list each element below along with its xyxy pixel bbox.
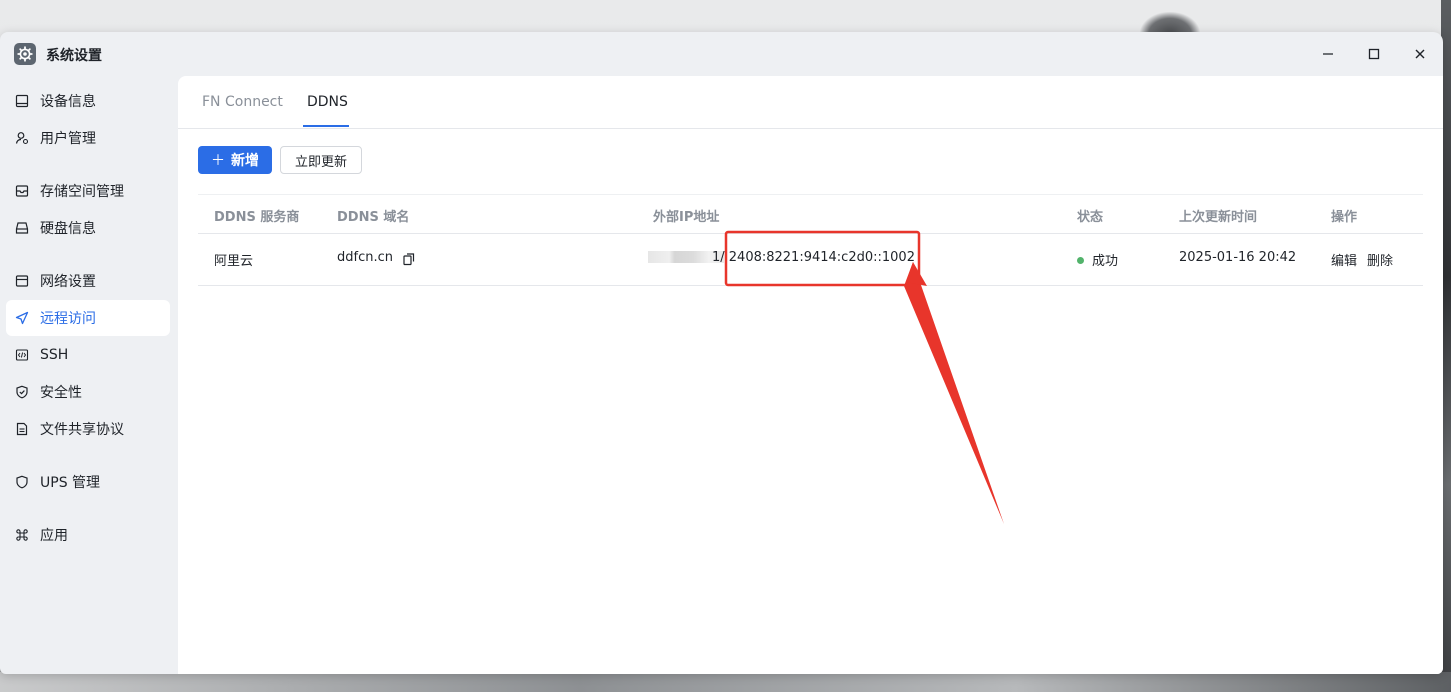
table-row: 阿里云 ddfcn.cn 1/ 2408:8221:9414:c2d0::100… — [198, 233, 1423, 286]
gear-icon — [14, 43, 36, 65]
maximize-button[interactable] — [1359, 40, 1389, 68]
sidebar-item-label: 网络设置 — [40, 274, 96, 290]
column-header-provider: DDNS 服务商 — [214, 210, 300, 225]
column-header-last-updated: 上次更新时间 — [1179, 210, 1258, 225]
sidebar: 设备信息 用户管理 存储空间管理 硬盘信息 网络设置 远程访问 SSH 安全性 … — [0, 76, 178, 674]
sidebar-item-label: 远程访问 — [40, 311, 96, 327]
table-header: DDNS 服务商 DDNS 域名 外部IP地址 状态 上次更新时间 操作 — [198, 194, 1423, 234]
sidebar-item-device-info[interactable]: 设备信息 — [6, 83, 170, 119]
network-icon — [14, 273, 30, 289]
sidebar-item-label: 设备信息 — [40, 94, 96, 110]
sidebar-item-label: 应用 — [40, 528, 68, 544]
send-icon — [14, 310, 30, 326]
sidebar-item-user-management[interactable]: 用户管理 — [6, 120, 170, 156]
maximize-icon — [1368, 48, 1380, 60]
code-icon — [14, 347, 30, 363]
sidebar-item-remote-access[interactable]: 远程访问 — [6, 300, 170, 336]
column-header-domain: DDNS 域名 — [337, 210, 410, 225]
sidebar-item-label: 硬盘信息 — [40, 221, 96, 237]
sidebar-item-label: UPS 管理 — [40, 475, 101, 491]
copy-icon[interactable] — [402, 251, 416, 266]
cell-external-ip: 1/ 2408:8221:9414:c2d0::1002 — [712, 250, 915, 265]
cell-domain: ddfcn.cn — [337, 250, 393, 265]
main-content: FN Connect DDNS ＋ 新增 立即更新 DDNS 服务商 DDNS … — [178, 76, 1443, 674]
sidebar-item-ups[interactable]: UPS 管理 — [6, 464, 170, 500]
update-now-button[interactable]: 立即更新 — [280, 146, 362, 174]
tab-fn-connect[interactable]: FN Connect — [202, 94, 283, 110]
sidebar-item-file-sharing[interactable]: 文件共享协议 — [6, 411, 170, 447]
sidebar-item-label: 文件共享协议 — [40, 422, 124, 438]
user-icon — [14, 130, 30, 146]
window-title: 系统设置 — [46, 48, 102, 64]
shield-icon — [14, 474, 30, 490]
background-bottom — [0, 672, 1451, 692]
sidebar-item-label: 存储空间管理 — [40, 184, 124, 200]
device-icon — [14, 93, 30, 109]
background-mountain-peak — [1140, 12, 1200, 34]
edit-link[interactable]: 编辑 — [1331, 250, 1357, 269]
sidebar-item-ssh[interactable]: SSH — [6, 337, 170, 373]
sidebar-item-label: SSH — [40, 347, 69, 363]
sidebar-item-label: 用户管理 — [40, 131, 96, 147]
command-icon — [14, 527, 30, 543]
shield-check-icon — [14, 384, 30, 400]
sidebar-item-network[interactable]: 网络设置 — [6, 263, 170, 299]
column-header-actions: 操作 — [1331, 210, 1358, 225]
sidebar-item-apps[interactable]: 应用 — [6, 517, 170, 553]
active-tab-indicator — [303, 125, 349, 127]
plus-icon: ＋ — [211, 153, 225, 169]
column-header-external-ip: 外部IP地址 — [653, 210, 720, 225]
tab-bar: FN Connect DDNS — [178, 76, 1443, 129]
settings-window: 系统设置 设备信息 用户管理 存储空间管理 硬盘信息 网络设置 远程访问 SSH… — [0, 32, 1443, 674]
minimize-icon — [1323, 53, 1333, 55]
status-success-dot — [1077, 257, 1084, 264]
cell-status: 成功 — [1092, 254, 1119, 269]
cell-provider: 阿里云 — [214, 254, 254, 269]
sidebar-item-label: 安全性 — [40, 385, 82, 401]
sidebar-item-storage[interactable]: 存储空间管理 — [6, 173, 170, 209]
cell-last-updated: 2025-01-16 20:42 — [1179, 250, 1297, 265]
tab-ddns[interactable]: DDNS — [307, 94, 348, 110]
delete-link[interactable]: 删除 — [1367, 250, 1393, 269]
minimize-button[interactable] — [1313, 40, 1343, 68]
disk-icon — [14, 220, 30, 236]
close-button[interactable] — [1405, 40, 1435, 68]
sidebar-item-security[interactable]: 安全性 — [6, 374, 170, 410]
add-button-label: 新增 — [231, 153, 259, 169]
storage-icon — [14, 183, 30, 199]
column-header-status: 状态 — [1077, 210, 1104, 225]
sidebar-item-disk-info[interactable]: 硬盘信息 — [6, 210, 170, 246]
file-icon — [14, 421, 30, 437]
close-icon — [1415, 49, 1425, 59]
title-bar[interactable]: 系统设置 — [0, 32, 1443, 76]
add-button[interactable]: ＋ 新增 — [198, 146, 272, 174]
